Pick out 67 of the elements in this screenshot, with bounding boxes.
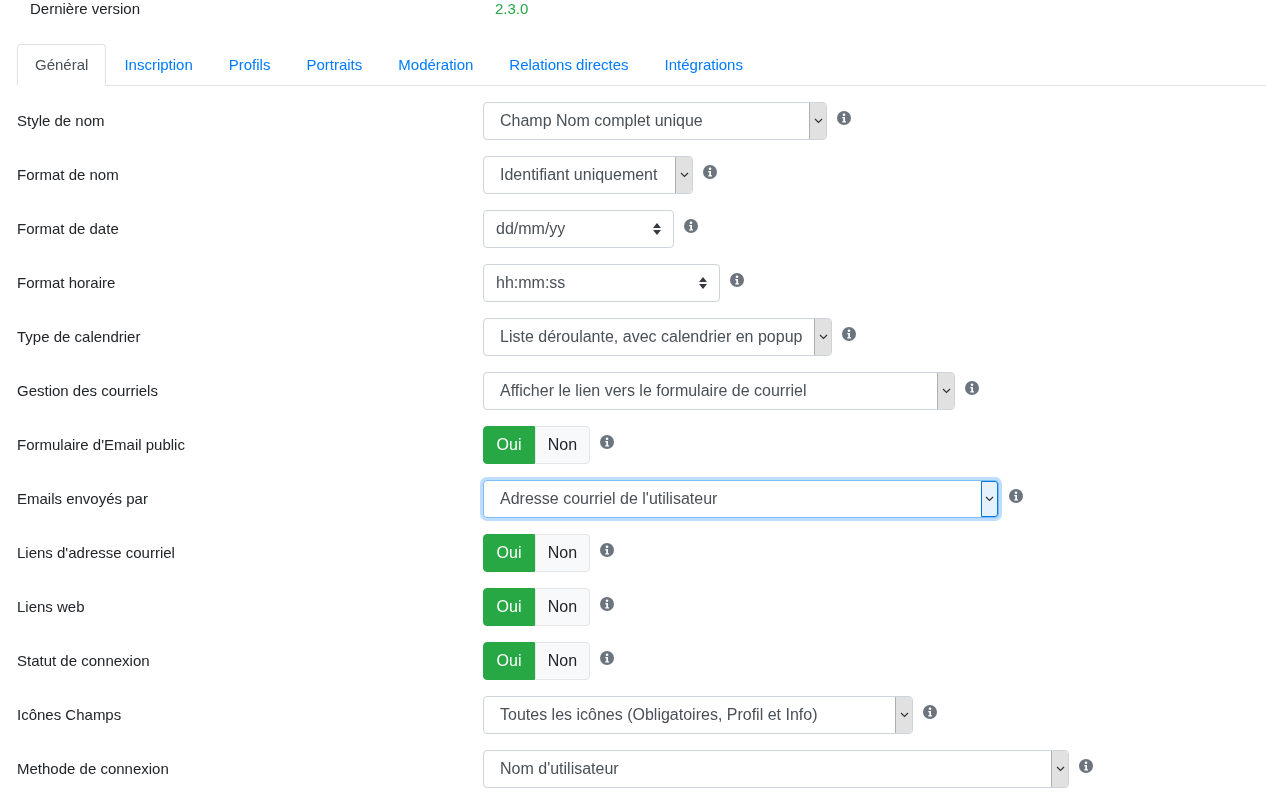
tab[interactable]: Profils — [210, 44, 289, 86]
select-value: Liste déroulante, avec calendrier en popup — [499, 327, 804, 347]
chevron-down-icon — [1055, 766, 1065, 772]
tab[interactable]: Général — [17, 44, 107, 86]
field-label: Gestion des courriels — [17, 380, 159, 401]
info-icon[interactable] — [684, 219, 698, 233]
field-label: Format horaire — [17, 272, 117, 293]
select-field[interactable]: Afficher le lien vers le formulaire de courriel — [483, 372, 955, 410]
toggle-option[interactable]: Non — [535, 642, 590, 680]
tab[interactable]: Modération — [380, 44, 492, 86]
select-field[interactable]: Champ Nom complet unique — [483, 102, 827, 140]
tab[interactable]: Relations directes — [491, 44, 647, 86]
info-icon[interactable] — [965, 381, 979, 395]
info-icon[interactable] — [1009, 489, 1023, 503]
select-value: Nom d'utilisateur — [499, 759, 620, 779]
info-icon[interactable] — [730, 273, 744, 287]
field-label: Icônes Champs — [17, 704, 123, 725]
select-field[interactable]: dd/mm/yy — [483, 210, 674, 248]
select-value: Toutes les icônes (Obligatoires, Profil et Info) — [499, 705, 819, 725]
info-icon[interactable] — [837, 111, 851, 125]
field-label: Liens d'adresse courriel — [17, 542, 176, 563]
select-field[interactable]: Identifiant uniquement — [483, 156, 693, 194]
select-value: dd/mm/yy — [495, 219, 567, 239]
chevron-down-icon — [941, 388, 951, 394]
select-value: Afficher le lien vers le formulaire de courriel — [499, 381, 808, 401]
info-icon[interactable] — [842, 327, 856, 341]
chevron-down-icon — [899, 712, 909, 718]
select-field[interactable]: hh:mm:ss — [483, 264, 720, 302]
info-icon[interactable] — [600, 543, 614, 557]
sort-icon — [699, 277, 707, 289]
tab[interactable]: Portraits — [288, 44, 381, 86]
info-icon[interactable] — [600, 435, 614, 449]
toggle-option[interactable]: Non — [535, 426, 590, 464]
field-label: Liens web — [17, 596, 86, 617]
field-label: Statut de connexion — [17, 650, 151, 671]
toggle-option[interactable]: Non — [535, 534, 590, 572]
select-field[interactable]: Liste déroulante, avec calendrier en popup — [483, 318, 832, 356]
info-icon[interactable] — [1079, 759, 1093, 773]
field-label: Type de calendrier — [17, 326, 142, 347]
select-field[interactable]: Toutes les icônes (Obligatoires, Profil et Info) — [483, 696, 913, 734]
select-value: hh:mm:ss — [495, 273, 567, 293]
select-value: Identifiant uniquement — [499, 165, 659, 185]
info-icon[interactable] — [600, 651, 614, 665]
select-value: Adresse courriel de l'utilisateur — [499, 489, 719, 509]
info-icon[interactable] — [600, 597, 614, 611]
field-label: Formulaire d'Email public — [17, 434, 186, 455]
version-number: 2.3.0 — [495, 0, 529, 19]
select-field[interactable]: Nom d'utilisateur — [483, 750, 1069, 788]
sort-icon — [653, 223, 661, 235]
dropdown-button[interactable] — [981, 481, 998, 517]
select-field[interactable]: Adresse courriel de l'utilisateur — [483, 480, 999, 518]
field-label: Format de date — [17, 218, 120, 239]
chevron-down-icon — [818, 334, 828, 340]
tab[interactable]: Inscription — [106, 44, 211, 86]
chevron-down-icon — [679, 172, 689, 178]
field-label: Emails envoyés par — [17, 488, 149, 509]
select-value: Champ Nom complet unique — [499, 111, 704, 131]
field-label: Methode de connexion — [17, 758, 170, 779]
tab[interactable]: Intégrations — [646, 44, 761, 86]
field-label: Format de nom — [17, 164, 120, 185]
field-label: Style de nom — [17, 110, 106, 131]
info-icon[interactable] — [923, 705, 937, 719]
chevron-down-icon — [985, 496, 994, 502]
version-label: Dernière version — [30, 0, 142, 19]
toggle-option[interactable]: Non — [535, 588, 590, 626]
chevron-down-icon — [813, 118, 823, 124]
info-icon[interactable] — [703, 165, 717, 179]
